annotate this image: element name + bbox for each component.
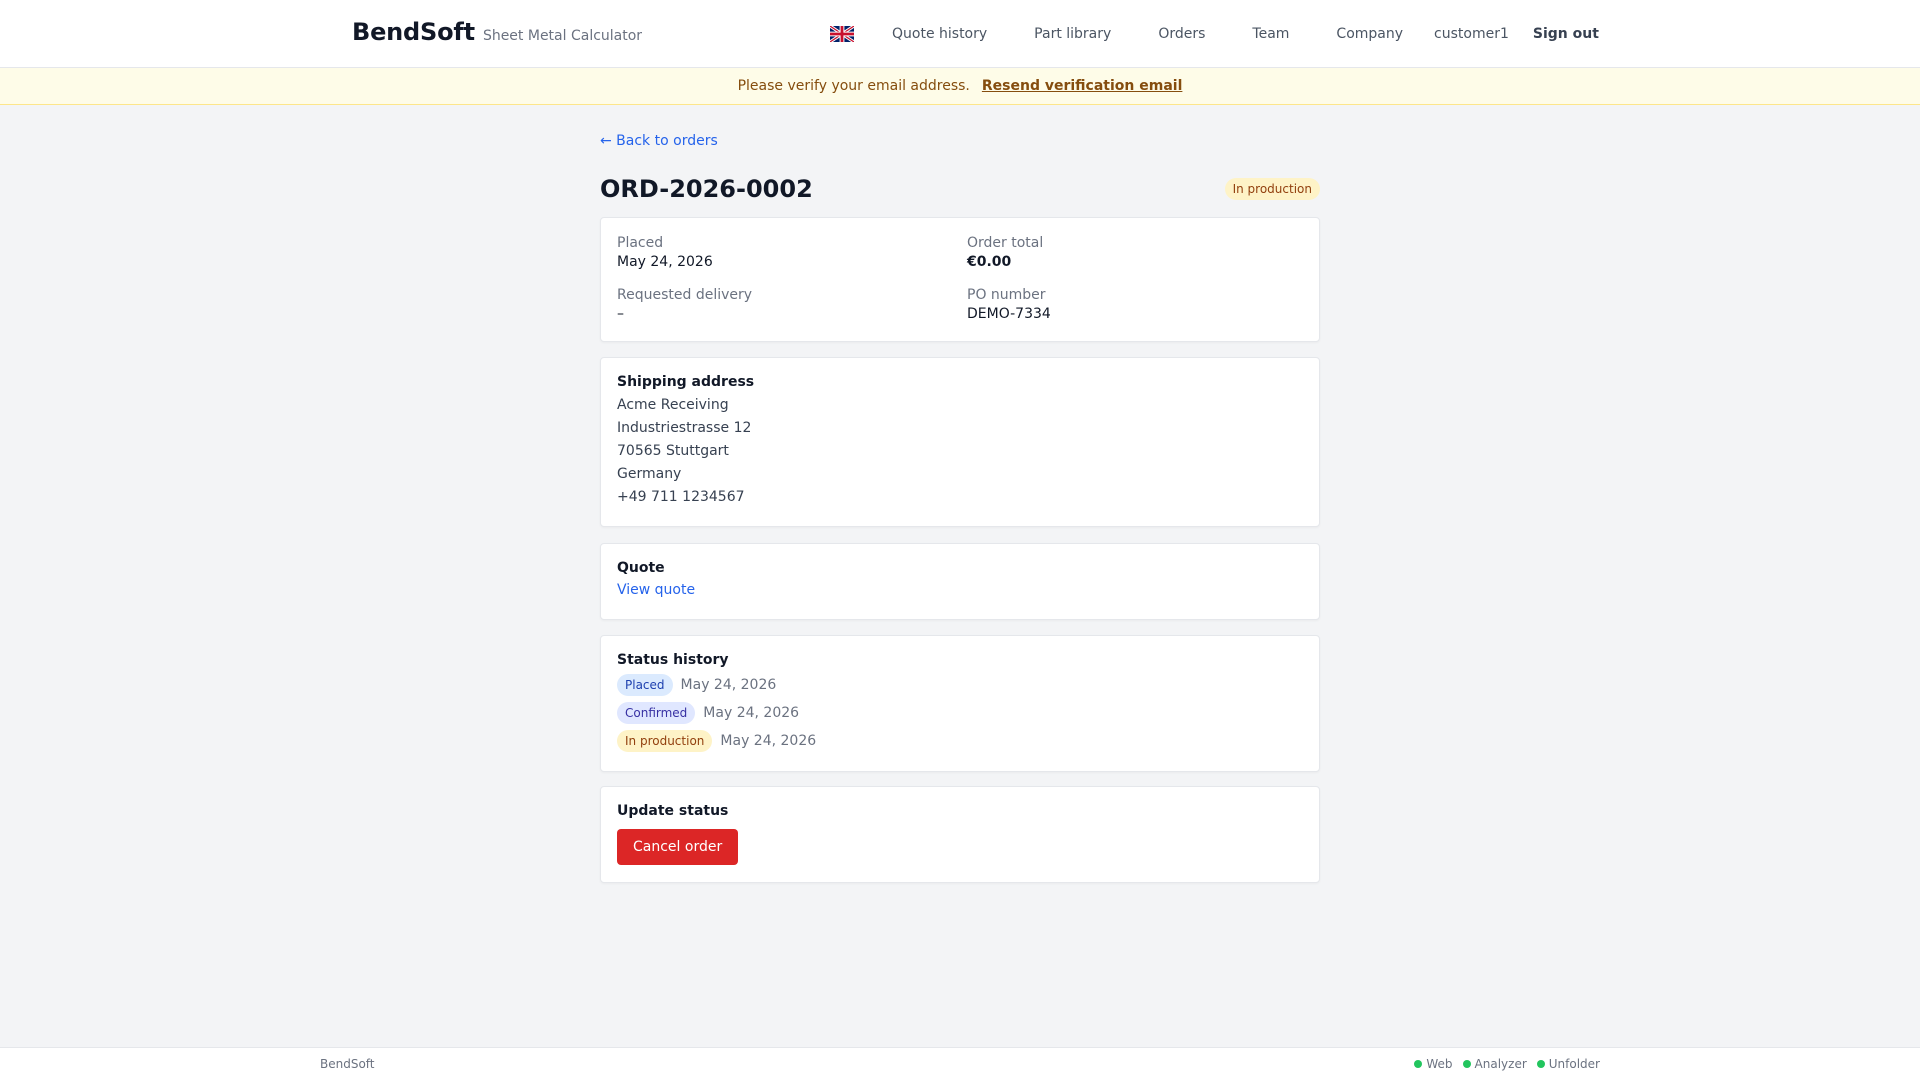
title-row: ORD-2026-0002 In production: [600, 169, 1320, 209]
history-entry: Confirmed May 24, 2026: [617, 702, 1303, 724]
po-number-value: DEMO-7334: [967, 306, 1051, 322]
history-status-badge: Placed: [617, 674, 673, 696]
quote-card: Quote View quote: [600, 543, 1320, 620]
status-badge: In production: [1224, 178, 1320, 200]
service-analyzer-status: Analyzer: [1462, 1057, 1527, 1071]
address-line: Industriestrasse 12: [617, 420, 752, 436]
top-navbar: BendSoft Sheet Metal Calculator Quote hi…: [0, 0, 1920, 68]
requested-delivery-value: –: [617, 306, 624, 322]
resend-verification-link[interactable]: Resend verification email: [982, 78, 1183, 94]
cancel-order-button[interactable]: Cancel order: [617, 829, 739, 865]
address-phone: +49 711 1234567: [617, 489, 745, 505]
service-name: Unfolder: [1548, 1057, 1600, 1071]
service-name: Analyzer: [1474, 1057, 1527, 1071]
view-quote-link[interactable]: View quote: [617, 582, 695, 598]
address-line: Germany: [617, 466, 682, 482]
footer: BendSoft Web Analyzer Unfolder: [0, 1047, 1920, 1080]
placed-label: Placed: [617, 235, 664, 251]
service-web-status: Web: [1414, 1057, 1453, 1071]
banner-message: Please verify your email address.: [737, 78, 970, 94]
brand-subtitle: Sheet Metal Calculator: [482, 28, 643, 44]
status-dot-icon: [1536, 1060, 1545, 1068]
service-unfolder-status: Unfolder: [1536, 1057, 1600, 1071]
history-entry: In production May 24, 2026: [617, 730, 1303, 752]
history-date: May 24, 2026: [680, 677, 777, 693]
quote-title: Quote: [617, 560, 665, 576]
service-status: Web Analyzer Unfolder: [1414, 1057, 1600, 1071]
sign-out-button[interactable]: Sign out: [1533, 26, 1599, 42]
requested-delivery-field: Requested delivery –: [617, 287, 752, 322]
status-dot-icon: [1462, 1060, 1471, 1068]
update-status-title: Update status: [617, 803, 729, 819]
po-number-label: PO number: [967, 287, 1046, 303]
brand[interactable]: BendSoft Sheet Metal Calculator: [352, 18, 642, 46]
email-verification-banner: Please verify your email address. Resend…: [0, 68, 1920, 105]
po-number-field: PO number DEMO-7334: [967, 287, 1051, 322]
uk-flag-icon[interactable]: [829, 24, 855, 44]
address-line: Acme Receiving: [617, 397, 729, 413]
history-status-badge: Confirmed: [617, 702, 696, 724]
nav-orders[interactable]: Orders: [1158, 26, 1205, 42]
back-to-orders-link[interactable]: ← Back to orders: [600, 133, 718, 149]
current-user: customer1: [1434, 26, 1509, 42]
status-history-title: Status history: [617, 652, 729, 668]
order-total-value: €0.00: [967, 254, 1012, 270]
order-summary-card: Placed May 24, 2026 Order total €0.00 Re…: [600, 217, 1320, 342]
nav-company[interactable]: Company: [1336, 26, 1403, 42]
history-date: May 24, 2026: [703, 705, 800, 721]
footer-brand: BendSoft: [320, 1057, 375, 1071]
order-total-field: Order total €0.00: [967, 235, 1043, 270]
nav-team[interactable]: Team: [1252, 26, 1289, 42]
status-history-card: Status history Placed May 24, 2026 Confi…: [600, 635, 1320, 772]
placed-field: Placed May 24, 2026: [617, 235, 713, 270]
brand-name: BendSoft: [352, 18, 475, 46]
requested-delivery-label: Requested delivery: [617, 287, 753, 303]
shipping-address-card: Shipping address Acme Receiving Industri…: [600, 357, 1320, 527]
address-line: 70565 Stuttgart: [617, 443, 729, 459]
order-total-label: Order total: [967, 235, 1044, 251]
shipping-title: Shipping address: [617, 374, 755, 390]
history-entry: Placed May 24, 2026: [617, 674, 1303, 696]
history-status-badge: In production: [617, 730, 713, 752]
status-dot-icon: [1414, 1060, 1423, 1068]
nav-part-library[interactable]: Part library: [1034, 26, 1111, 42]
address-block: Acme Receiving Industriestrasse 12 70565…: [617, 394, 1303, 509]
update-status-card: Update status Cancel order: [600, 786, 1320, 883]
history-date: May 24, 2026: [720, 733, 817, 749]
main-nav: Quote history Part library Orders Team C…: [829, 0, 1599, 68]
nav-quote-history[interactable]: Quote history: [892, 26, 987, 42]
placed-value: May 24, 2026: [617, 254, 713, 270]
page-title: ORD-2026-0002: [600, 175, 813, 203]
service-name: Web: [1426, 1057, 1453, 1071]
